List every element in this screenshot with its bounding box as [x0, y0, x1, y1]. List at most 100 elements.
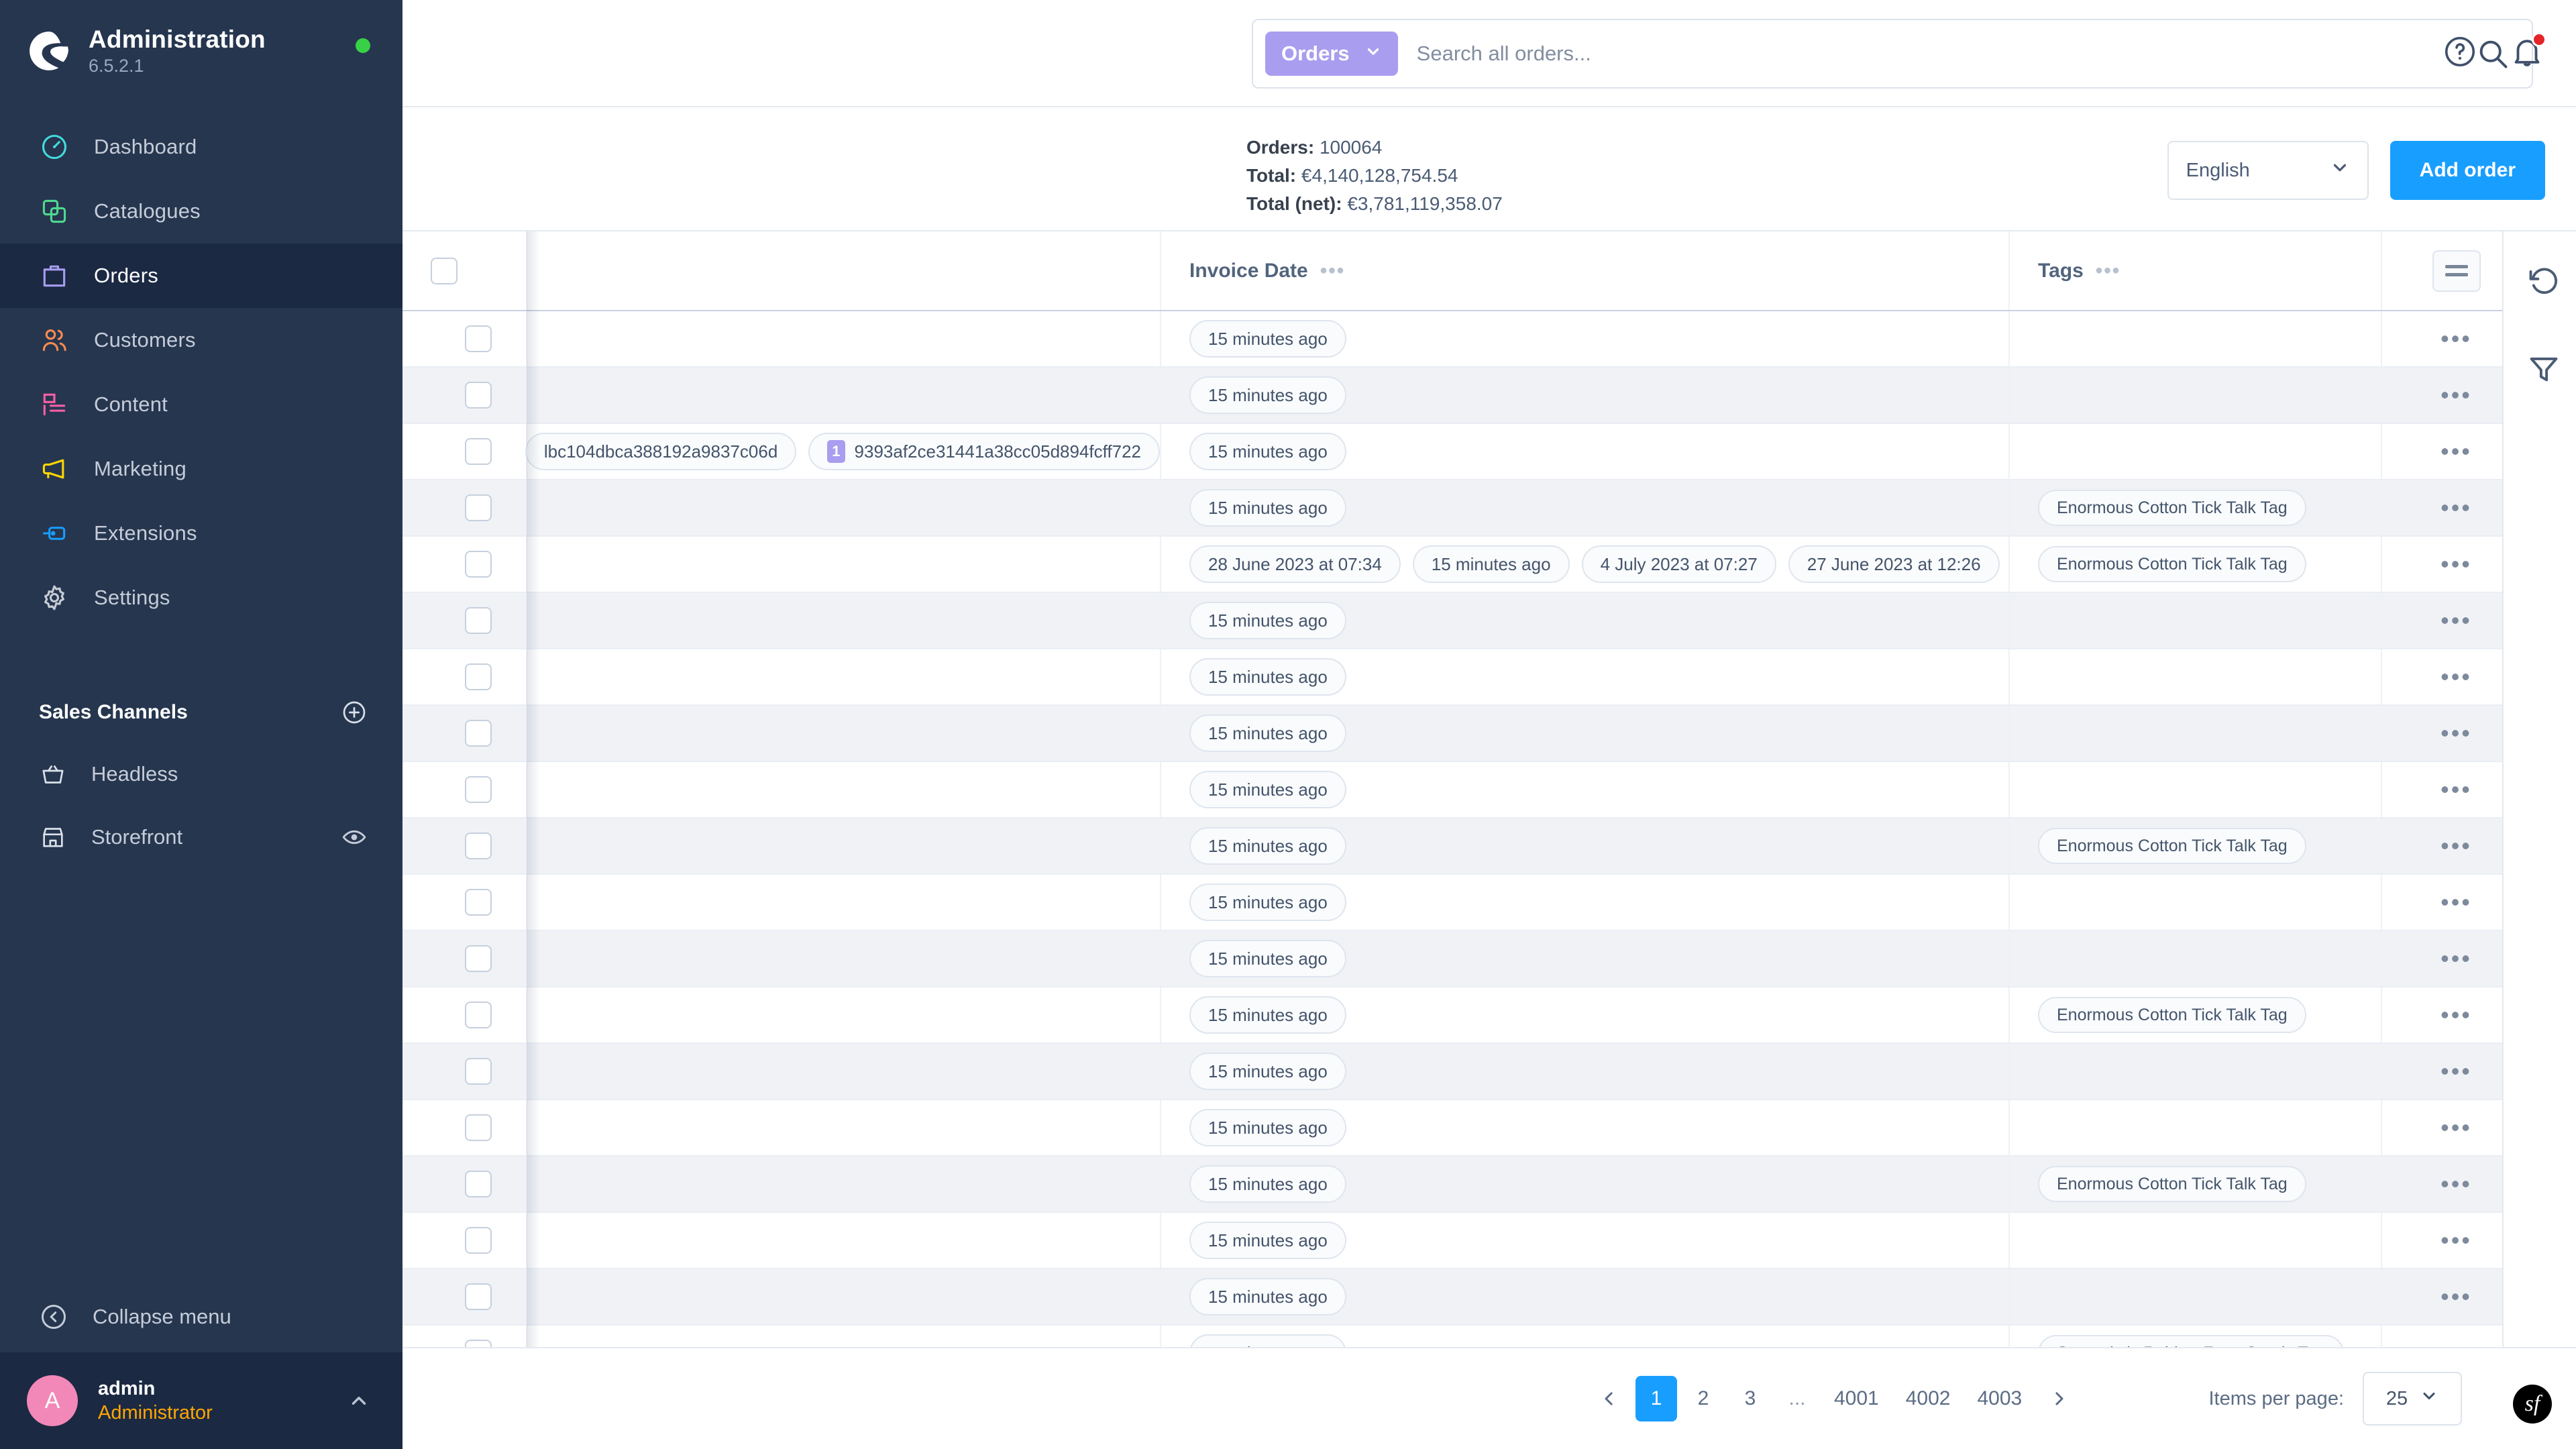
row-checkbox[interactable]	[465, 1058, 492, 1085]
select-all-checkbox[interactable]	[431, 257, 458, 284]
pagination-page[interactable]: 4002	[1895, 1376, 1962, 1421]
table-row[interactable]: 15 minutes ago Enormous Cotton Tick Talk …	[402, 1156, 2502, 1213]
pagination-page[interactable]: 4001	[1823, 1376, 1890, 1421]
table-row[interactable]: 15 minutes ago •••	[402, 1212, 2502, 1269]
sidebar-item-catalogues[interactable]: Catalogues	[0, 179, 402, 244]
sidebar-item-settings[interactable]: Settings	[0, 566, 402, 630]
row-checkbox[interactable]	[465, 889, 492, 916]
column-header-invoice-date[interactable]: Invoice Date •••	[1161, 231, 2010, 311]
row-checkbox[interactable]	[465, 1002, 492, 1028]
eye-icon[interactable]	[341, 824, 368, 851]
pagination-page[interactable]: 1	[1635, 1376, 1677, 1421]
pagination-page[interactable]: 3	[1729, 1376, 1771, 1421]
table-row[interactable]: 15 minutes ago Enormous Cotton Tick Talk …	[402, 987, 2502, 1044]
row-checkbox[interactable]	[465, 1283, 492, 1310]
row-checkbox[interactable]	[465, 776, 492, 803]
row-checkbox[interactable]	[465, 1114, 492, 1141]
row-checkbox[interactable]	[465, 1227, 492, 1254]
bell-icon[interactable]	[2509, 32, 2546, 70]
search-scope-selector[interactable]: Orders	[1265, 32, 1398, 76]
items-per-page-select[interactable]: 25	[2363, 1372, 2462, 1426]
ellipsis-icon[interactable]: •••	[2440, 550, 2472, 578]
ellipsis-icon[interactable]: •••	[2440, 1170, 2472, 1197]
table-row[interactable]: 15 minutes ago •••	[402, 1043, 2502, 1100]
table-row[interactable]: 15 minutes ago •••	[402, 592, 2502, 649]
pagination-page[interactable]: 4003	[1967, 1376, 2033, 1421]
table-row[interactable]: 15 minutes ago •••	[402, 705, 2502, 762]
sidebar-brand[interactable]: Administration 6.5.2.1	[0, 0, 402, 100]
row-checkbox[interactable]	[465, 1171, 492, 1197]
sidebar-item-marketing[interactable]: Marketing	[0, 437, 402, 501]
sales-channel-storefront[interactable]: Storefront	[0, 806, 402, 869]
ellipsis-icon[interactable]: •••	[2440, 494, 2472, 521]
table-row[interactable]: 15 minutes ago •••	[402, 874, 2502, 931]
row-cell-invoice-date: 15 minutes ago	[1161, 311, 2010, 368]
row-checkbox[interactable]	[465, 325, 492, 352]
row-checkbox[interactable]	[465, 438, 492, 465]
chevron-up-icon[interactable]	[347, 1389, 370, 1412]
table-row[interactable]: 15 minutes ago Enormous Cotton Tick Talk …	[402, 480, 2502, 537]
sidebar-item-dashboard[interactable]: Dashboard	[0, 115, 402, 179]
table-row[interactable]: 15 minutes ago •••	[402, 930, 2502, 987]
row-checkbox[interactable]	[465, 607, 492, 634]
add-order-button[interactable]: Add order	[2390, 141, 2545, 200]
user-menu[interactable]: A admin Administrator	[0, 1352, 402, 1449]
ellipsis-icon[interactable]: •••	[2440, 1226, 2472, 1254]
table-row[interactable]: 15 minutes ago •••	[402, 649, 2502, 706]
ellipsis-icon[interactable]: •••	[2440, 888, 2472, 916]
ellipsis-icon[interactable]: •••	[2440, 1114, 2472, 1141]
ellipsis-icon[interactable]: •••	[2440, 1001, 2472, 1028]
language-select[interactable]: English	[2167, 141, 2369, 200]
grid-scroll-container[interactable]: Invoice Date ••• Tags ••• 15 minutes ago…	[402, 231, 2504, 1347]
filter-icon[interactable]	[2526, 351, 2561, 386]
sales-channel-headless[interactable]: Headless	[0, 743, 402, 806]
ellipsis-icon[interactable]: •••	[2440, 719, 2472, 747]
table-row[interactable]: 15 minutes ago Synergistic Rubber Face Ca…	[402, 1325, 2502, 1347]
sales-channel-label: Headless	[91, 761, 178, 786]
pagination-prev[interactable]	[1589, 1376, 1630, 1421]
ellipsis-icon[interactable]: •••	[2440, 1057, 2472, 1085]
table-row[interactable]: 15 minutes ago Enormous Cotton Tick Talk …	[402, 818, 2502, 875]
row-checkbox[interactable]	[465, 494, 492, 521]
ellipsis-icon[interactable]: •••	[2440, 325, 2472, 352]
row-checkbox[interactable]	[465, 833, 492, 859]
column-settings-icon[interactable]	[2432, 250, 2481, 292]
row-checkbox[interactable]	[465, 551, 492, 578]
symfony-toolbar-badge[interactable]: sf	[2513, 1385, 2552, 1424]
sidebar-item-customers[interactable]: Customers	[0, 308, 402, 372]
ellipsis-icon[interactable]: •••	[2440, 945, 2472, 972]
ellipsis-icon[interactable]: •••	[2440, 381, 2472, 409]
ellipsis-icon[interactable]: •••	[2440, 832, 2472, 859]
search-input[interactable]	[1397, 42, 2475, 66]
row-checkbox[interactable]	[465, 1340, 492, 1347]
table-row[interactable]: 15 minutes ago •••	[402, 761, 2502, 818]
table-row[interactable]: 15 minutes ago •••	[402, 1269, 2502, 1326]
refresh-icon[interactable]	[2526, 264, 2561, 299]
row-checkbox[interactable]	[465, 945, 492, 972]
row-checkbox[interactable]	[465, 720, 492, 747]
table-row[interactable]: 15 minutes ago •••	[402, 1099, 2502, 1157]
ellipsis-icon[interactable]: •••	[1320, 260, 1346, 281]
table-row[interactable]: 28 June 2023 at 07:34 15 minutes ago 4 Jul…	[402, 536, 2502, 593]
ellipsis-icon[interactable]: •••	[2440, 606, 2472, 634]
column-header-tags[interactable]: Tags •••	[2009, 231, 2382, 311]
plus-circle-icon[interactable]	[341, 699, 368, 726]
pagination-page[interactable]: 2	[1682, 1376, 1724, 1421]
ellipsis-icon[interactable]: •••	[2440, 1283, 2472, 1310]
table-row[interactable]: 15 minutes ago •••	[402, 367, 2502, 424]
ellipsis-icon[interactable]: •••	[2440, 1339, 2472, 1348]
table-row[interactable]: 15 minutes ago •••	[402, 311, 2502, 368]
row-checkbox[interactable]	[465, 663, 492, 690]
table-row[interactable]: lbc104dbca388192a9837c06d 1 9393af2ce31441…	[402, 423, 2502, 480]
ellipsis-icon[interactable]: •••	[2096, 260, 2121, 281]
row-checkbox[interactable]	[465, 382, 492, 409]
pagination-next[interactable]	[2038, 1376, 2080, 1421]
sidebar-item-extensions[interactable]: Extensions	[0, 501, 402, 566]
sidebar-item-orders[interactable]: Orders	[0, 243, 402, 308]
ellipsis-icon[interactable]: •••	[2440, 663, 2472, 690]
question-circle-icon[interactable]	[2442, 34, 2478, 70]
ellipsis-icon[interactable]: •••	[2440, 437, 2472, 465]
collapse-menu-button[interactable]: Collapse menu	[0, 1281, 402, 1352]
ellipsis-icon[interactable]: •••	[2440, 775, 2472, 803]
sidebar-item-content[interactable]: Content	[0, 372, 402, 437]
